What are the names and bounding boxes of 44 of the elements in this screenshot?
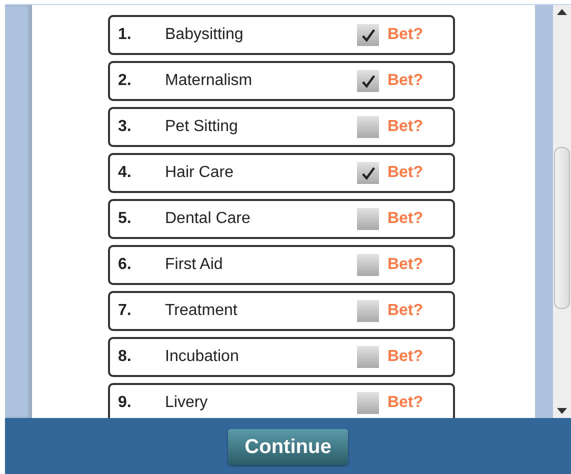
- item-number: 2.: [117, 72, 132, 90]
- bet-label: Bet?: [387, 210, 423, 228]
- bet-label: Bet?: [387, 302, 423, 320]
- item-label: Dental Care: [165, 210, 252, 228]
- scroll-up-icon[interactable]: [557, 9, 567, 15]
- checkbox[interactable]: [357, 208, 380, 230]
- checkbox[interactable]: [357, 70, 380, 92]
- item-label: Incubation: [165, 348, 240, 366]
- item-label: Hair Care: [165, 164, 234, 182]
- bet-label: Bet?: [387, 394, 423, 412]
- item-number: 8.: [117, 348, 132, 366]
- item-label: First Aid: [165, 256, 224, 274]
- check-icon: [360, 74, 376, 88]
- checkbox[interactable]: [357, 300, 380, 322]
- bet-label: Bet?: [387, 348, 423, 366]
- item-label: Treatment: [165, 302, 238, 320]
- item-label: Pet Sitting: [165, 118, 239, 136]
- check-icon: [360, 28, 376, 42]
- bet-label: Bet?: [387, 164, 423, 182]
- scroll-thumb[interactable]: [554, 147, 570, 309]
- item-label: Maternalism: [165, 72, 254, 90]
- item-number: 4.: [117, 164, 132, 182]
- item-number: 7.: [117, 302, 132, 320]
- checkbox[interactable]: [357, 254, 380, 276]
- bet-label: Bet?: [387, 256, 423, 274]
- bet-label: Bet?: [387, 118, 423, 136]
- item-number: 3.: [117, 118, 132, 136]
- scroll-down-icon[interactable]: [557, 408, 567, 414]
- item-number: 9.: [117, 394, 132, 412]
- scrollbar[interactable]: [553, 5, 571, 418]
- bet-label: Bet?: [387, 72, 423, 90]
- item-number: 1.: [117, 26, 132, 44]
- checkbox[interactable]: [357, 346, 380, 368]
- check-icon: [360, 166, 376, 180]
- checkbox[interactable]: [357, 162, 380, 184]
- item-number: 5.: [117, 210, 132, 228]
- item-label: Babysitting: [165, 26, 244, 44]
- item-number: 6.: [117, 256, 132, 274]
- checkbox[interactable]: [357, 392, 380, 414]
- checkbox[interactable]: [357, 116, 380, 138]
- item-label: Livery: [165, 394, 209, 412]
- bet-label: Bet?: [387, 26, 423, 44]
- continue-button[interactable]: Continue: [228, 429, 348, 465]
- checkbox[interactable]: [357, 24, 380, 46]
